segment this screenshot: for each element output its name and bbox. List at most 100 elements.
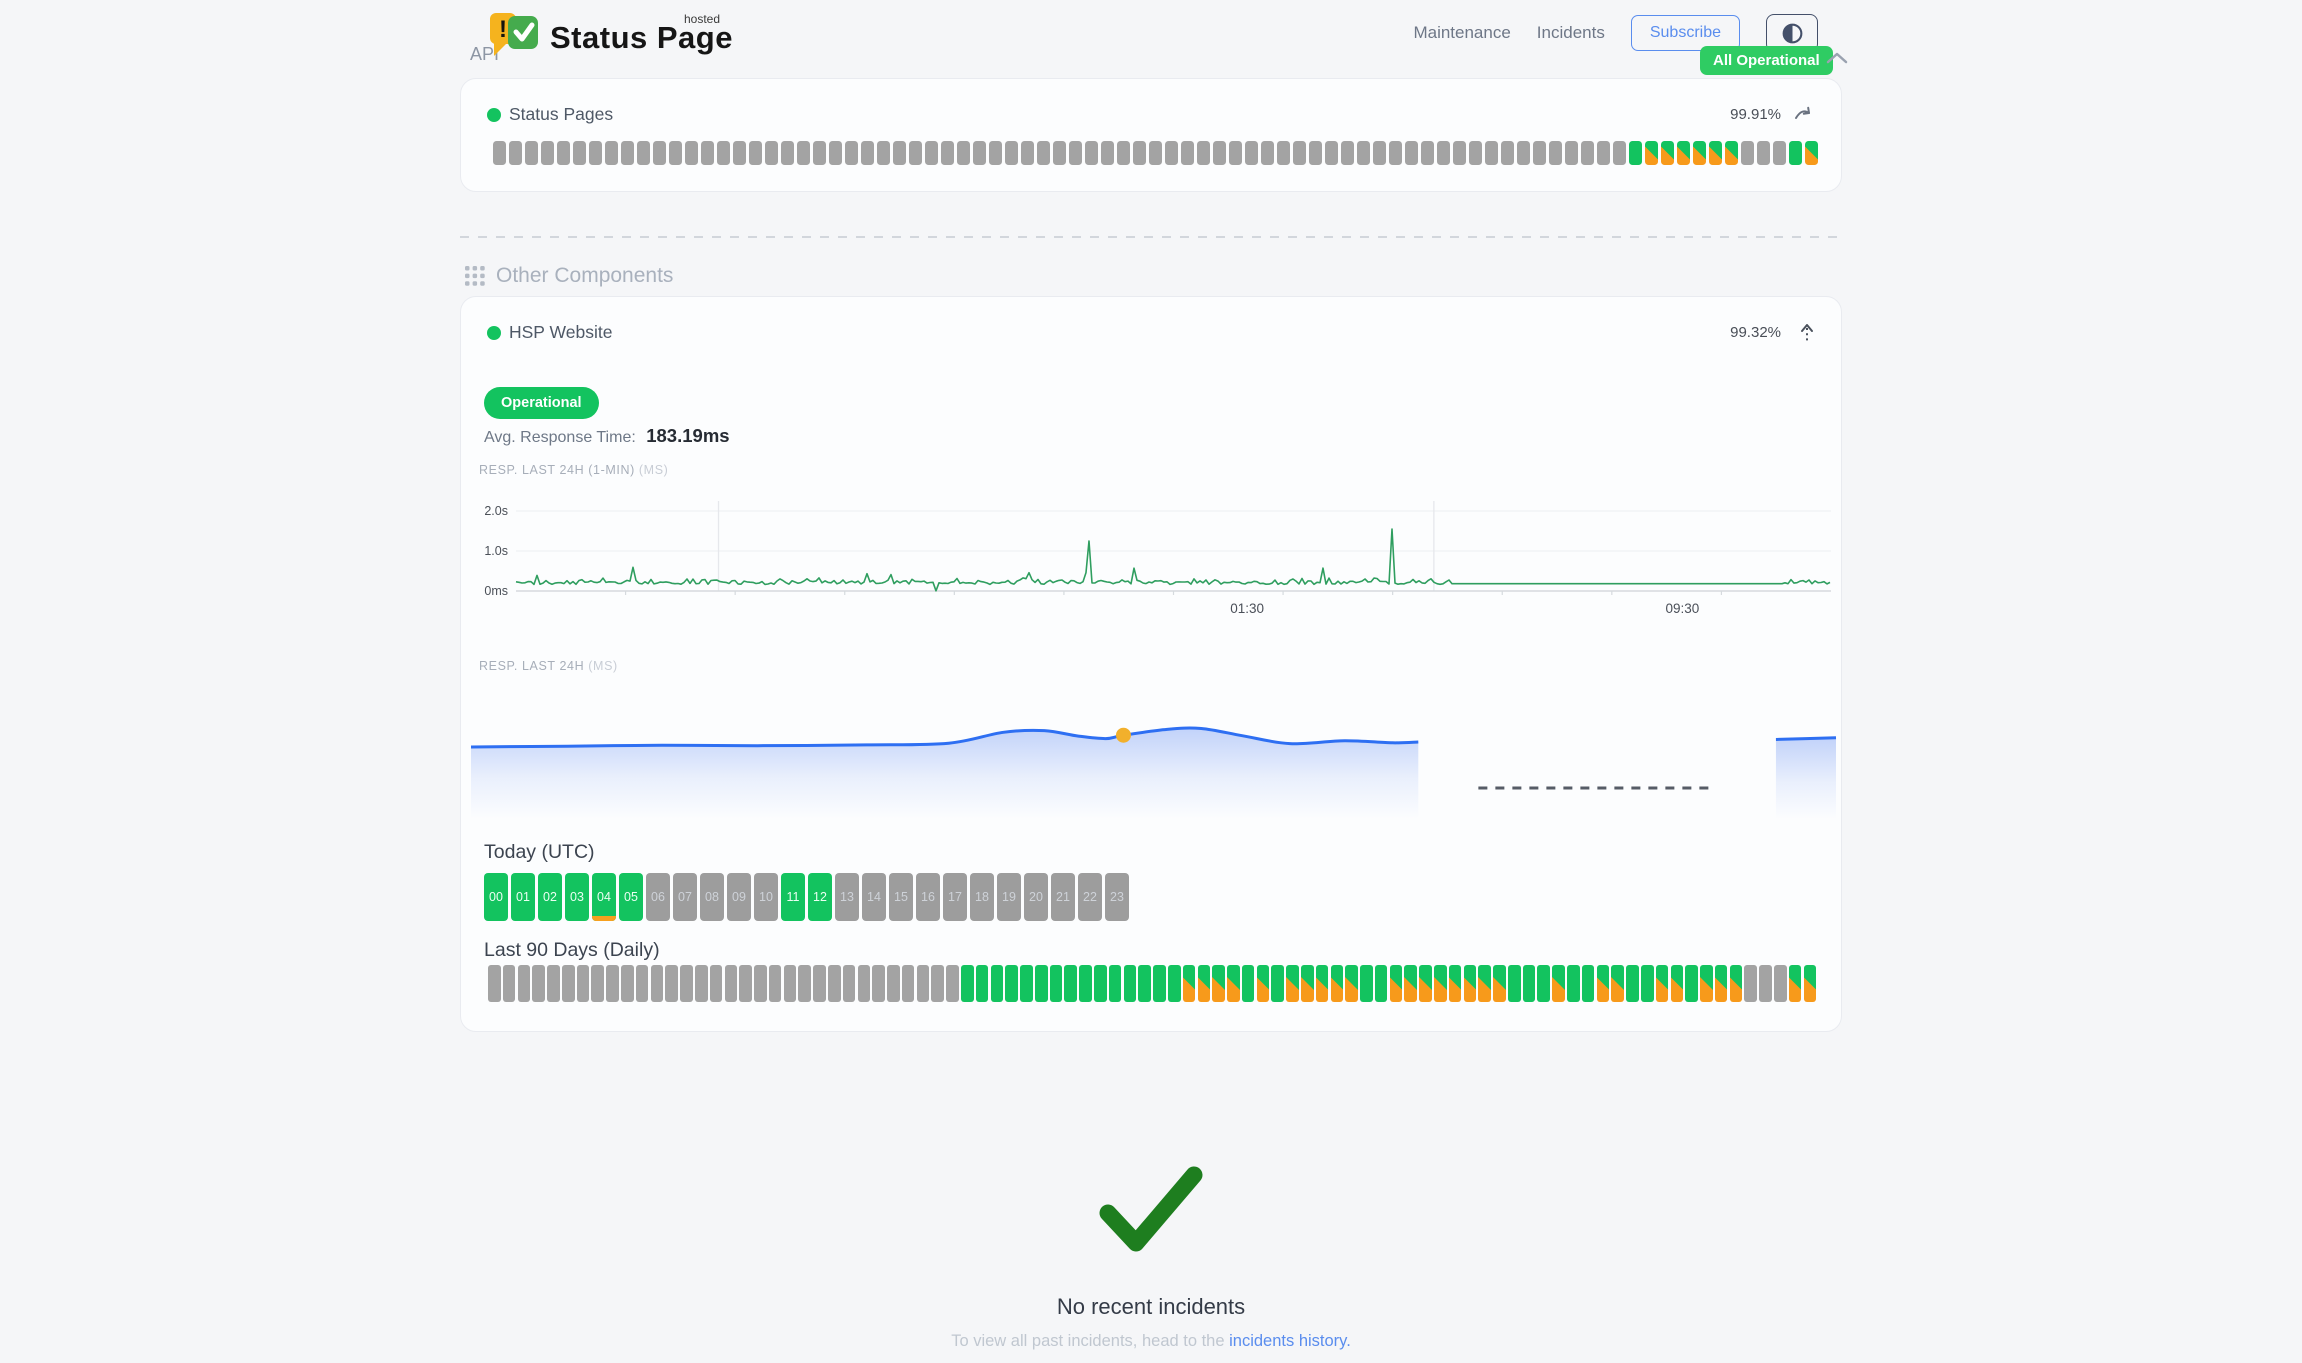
- hour-block: 11: [781, 873, 805, 921]
- day-block: [961, 965, 974, 1002]
- day-block: [1094, 965, 1107, 1002]
- day-block: [1434, 965, 1447, 1002]
- day-block: [1464, 965, 1477, 1002]
- day-block: [606, 965, 619, 1002]
- uptime-bar: [1325, 141, 1338, 165]
- uptime-bar: [1549, 141, 1562, 165]
- day-block: [1316, 965, 1329, 1002]
- uptime-bar: [685, 141, 698, 165]
- uptime-bar: [1181, 141, 1194, 165]
- day-block: [1242, 965, 1255, 1002]
- day-block: [1227, 965, 1240, 1002]
- response-time-area-chart: [469, 687, 1839, 832]
- day-block: [1449, 965, 1462, 1002]
- hour-block: 00: [484, 873, 508, 921]
- day-block: [931, 965, 944, 1002]
- uptime-bar: [1309, 141, 1322, 165]
- day-block: [1005, 965, 1018, 1002]
- day-block: [1124, 965, 1137, 1002]
- day-block: [976, 965, 989, 1002]
- collapse-group-icon[interactable]: [1824, 50, 1850, 71]
- uptime-bar: [589, 141, 602, 165]
- last90-title: Last 90 Days (Daily): [484, 939, 660, 962]
- uptime-bar: [557, 141, 570, 165]
- day-block: [1271, 965, 1284, 1002]
- uptime-bar: [1485, 141, 1498, 165]
- nav-link-incidents[interactable]: Incidents: [1537, 23, 1605, 43]
- uptime-bar: [1373, 141, 1386, 165]
- day-block: [887, 965, 900, 1002]
- uptime-bar: [1133, 141, 1146, 165]
- day-block: [1567, 965, 1580, 1002]
- uptime-bar: [1693, 141, 1706, 165]
- day-block: [1493, 965, 1506, 1002]
- uptime-bar: [509, 141, 522, 165]
- uptime-bar: [1261, 141, 1274, 165]
- status-page: API ! Status Page hosted Maintenance Inc…: [0, 0, 2302, 1363]
- uptime-bar: [1805, 141, 1818, 165]
- avg-response-value: 183.19ms: [646, 425, 729, 446]
- expand-component-icon[interactable]: [1793, 104, 1815, 129]
- hour-block: 05: [619, 873, 643, 921]
- uptime-bar: [605, 141, 618, 165]
- hour-block: 14: [862, 873, 886, 921]
- hour-block: 18: [970, 873, 994, 921]
- day-block: [1079, 965, 1092, 1002]
- uptime-bar: [1789, 141, 1802, 165]
- component-row[interactable]: Status Pages 99.91%: [487, 101, 1815, 129]
- day-block: [1478, 965, 1491, 1002]
- day-block: [710, 965, 723, 1002]
- uptime-bar: [1741, 141, 1754, 165]
- day-block: [1050, 965, 1063, 1002]
- uptime-bar: [1357, 141, 1370, 165]
- day-block: [1730, 965, 1743, 1002]
- day-block: [917, 965, 930, 1002]
- hour-block: 12: [808, 873, 832, 921]
- uptime-bar: [1405, 141, 1418, 165]
- hour-block: 06: [646, 873, 670, 921]
- uptime-bar: [1341, 141, 1354, 165]
- hour-block: 08: [700, 873, 724, 921]
- nav-link-maintenance[interactable]: Maintenance: [1413, 23, 1510, 43]
- day-block: [680, 965, 693, 1002]
- component-card-hsp-website: HSP Website 99.32% Operational Avg. Resp…: [460, 296, 1842, 1032]
- svg-text:1.0s: 1.0s: [484, 544, 508, 558]
- svg-text:09:30: 09:30: [1666, 601, 1700, 616]
- uptime-bar: [1421, 141, 1434, 165]
- navbar: ! Status Page hosted Maintenance Inciden…: [0, 0, 2302, 66]
- hour-block: 09: [727, 873, 751, 921]
- uptime-bar: [573, 141, 586, 165]
- uptime-bar: [957, 141, 970, 165]
- day-block: [1419, 965, 1432, 1002]
- uptime-bar: [893, 141, 906, 165]
- no-incidents-heading: No recent incidents: [0, 1294, 2302, 1320]
- day-block: [1257, 965, 1270, 1002]
- day-block: [636, 965, 649, 1002]
- uptime-bar: [653, 141, 666, 165]
- checkmark-icon: [1098, 1165, 1204, 1253]
- day-block: [858, 965, 871, 1002]
- day-block: [1715, 965, 1728, 1002]
- uptime-bar: [669, 141, 682, 165]
- uptime-bar: [525, 141, 538, 165]
- day-block: [1611, 965, 1624, 1002]
- day-block: [1404, 965, 1417, 1002]
- day-block: [1286, 965, 1299, 1002]
- day-block: [1597, 965, 1610, 1002]
- section-divider: [460, 236, 1842, 238]
- uptime-bar: [781, 141, 794, 165]
- collapse-component-icon[interactable]: [1799, 322, 1815, 351]
- day-block: [902, 965, 915, 1002]
- day-block: [1759, 965, 1772, 1002]
- uptime-bar: [1645, 141, 1658, 165]
- uptime-bar: [1757, 141, 1770, 165]
- uptime-bar: [1229, 141, 1242, 165]
- brand[interactable]: ! Status Page hosted: [488, 10, 733, 58]
- day-block: [1700, 965, 1713, 1002]
- no-incidents-subtext: To view all past incidents, head to the …: [0, 1332, 2302, 1351]
- avg-response-label: Avg. Response Time:: [484, 429, 636, 446]
- component-row[interactable]: HSP Website 99.32%: [487, 319, 1815, 347]
- uptime-bar: [909, 141, 922, 165]
- svg-text:0ms: 0ms: [484, 584, 508, 598]
- incidents-history-link[interactable]: incidents history.: [1229, 1332, 1351, 1350]
